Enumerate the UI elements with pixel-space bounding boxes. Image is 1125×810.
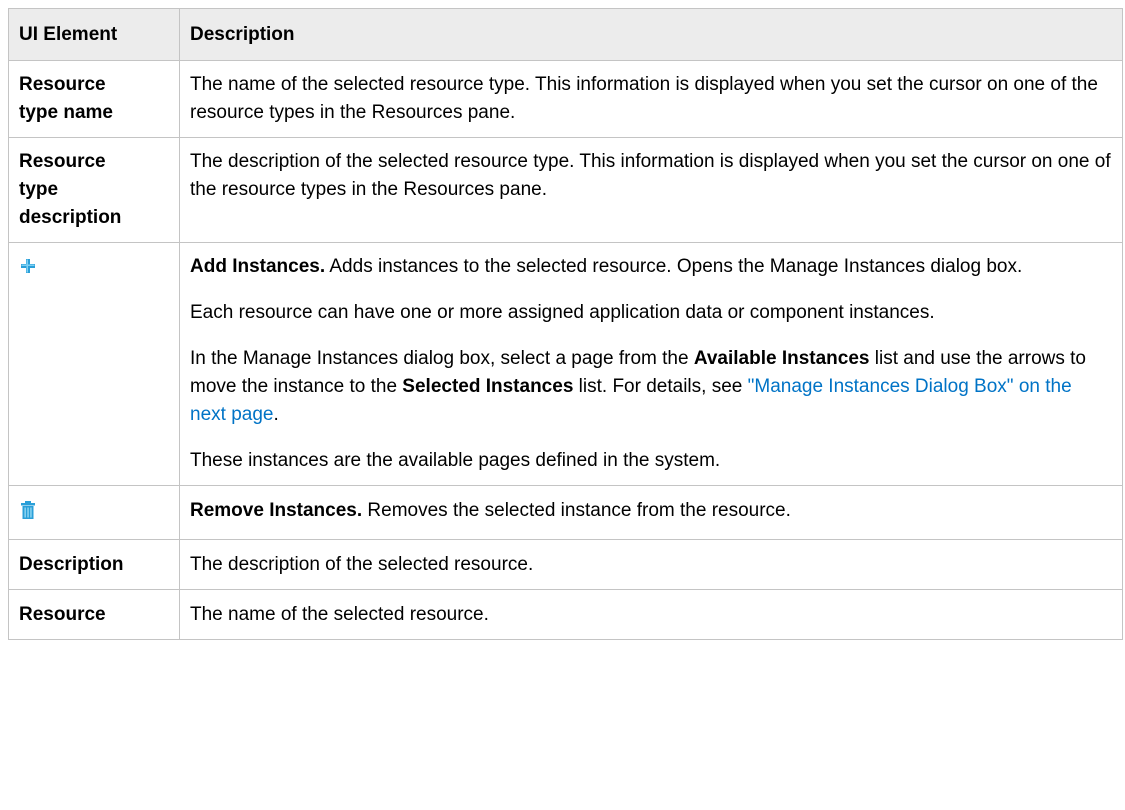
description-cell: The description of the selected resource… xyxy=(179,539,1123,590)
description-cell: Remove Instances. Removes the selected i… xyxy=(179,485,1123,540)
element-cell xyxy=(8,485,180,540)
table-row: Remove Instances. Removes the selected i… xyxy=(8,485,1123,540)
element-cell: Description xyxy=(8,539,180,590)
description-paragraph: Each resource can have one or more assig… xyxy=(190,302,935,323)
description-paragraph: These instances are the available pages … xyxy=(190,450,721,471)
description-text: The name of the selected resource type. … xyxy=(190,74,1098,123)
header-ui-element: UI Element xyxy=(8,8,180,61)
element-name: type name xyxy=(19,102,113,123)
description-text: . xyxy=(273,404,279,425)
element-name: Description xyxy=(19,554,124,575)
element-name: type xyxy=(19,179,59,200)
bold-term: Available Instances xyxy=(693,348,870,369)
description-text: Removes the selected instance from the r… xyxy=(362,500,791,521)
lead-text: Add Instances. xyxy=(190,256,326,277)
header-description: Description xyxy=(179,8,1123,61)
bold-term: Selected Instances xyxy=(402,376,574,397)
ui-element-table: UI Element Description Resource type nam… xyxy=(8,8,1123,640)
description-paragraph: Add Instances. Adds instances to the sel… xyxy=(190,253,1112,281)
table-row: Resource type name The name of the selec… xyxy=(8,60,1123,138)
description-text: Adds instances to the selected resource.… xyxy=(325,256,1023,277)
table-row: Resource The name of the selected resour… xyxy=(8,589,1123,640)
lead-text: Remove Instances. xyxy=(190,500,363,521)
element-cell: Resource xyxy=(8,589,180,640)
element-cell: Resource type name xyxy=(8,60,180,138)
description-paragraph: In the Manage Instances dialog box, sele… xyxy=(190,345,1112,429)
description-text: list. For details, see xyxy=(573,376,748,397)
description-cell: The description of the selected resource… xyxy=(179,137,1123,243)
element-name: description xyxy=(19,207,122,228)
table-header-row: UI Element Description xyxy=(8,8,1123,61)
plus-icon xyxy=(19,256,37,276)
element-cell xyxy=(8,242,180,486)
table-row: Add Instances. Adds instances to the sel… xyxy=(8,242,1123,486)
description-cell: Add Instances. Adds instances to the sel… xyxy=(179,242,1123,486)
description-text: In the Manage Instances dialog box, sele… xyxy=(190,348,694,369)
trash-icon xyxy=(19,500,37,520)
table-row: Description The description of the selec… xyxy=(8,539,1123,590)
description-cell: The name of the selected resource. xyxy=(179,589,1123,640)
element-name: Resource xyxy=(19,74,106,95)
description-text: The description of the selected resource… xyxy=(190,554,534,575)
table-row: Resource type description The descriptio… xyxy=(8,137,1123,243)
description-cell: The name of the selected resource type. … xyxy=(179,60,1123,138)
element-cell: Resource type description xyxy=(8,137,180,243)
description-text: The name of the selected resource. xyxy=(190,604,489,625)
element-name: Resource xyxy=(19,604,106,625)
description-text: The description of the selected resource… xyxy=(190,151,1111,200)
element-name: Resource xyxy=(19,151,106,172)
